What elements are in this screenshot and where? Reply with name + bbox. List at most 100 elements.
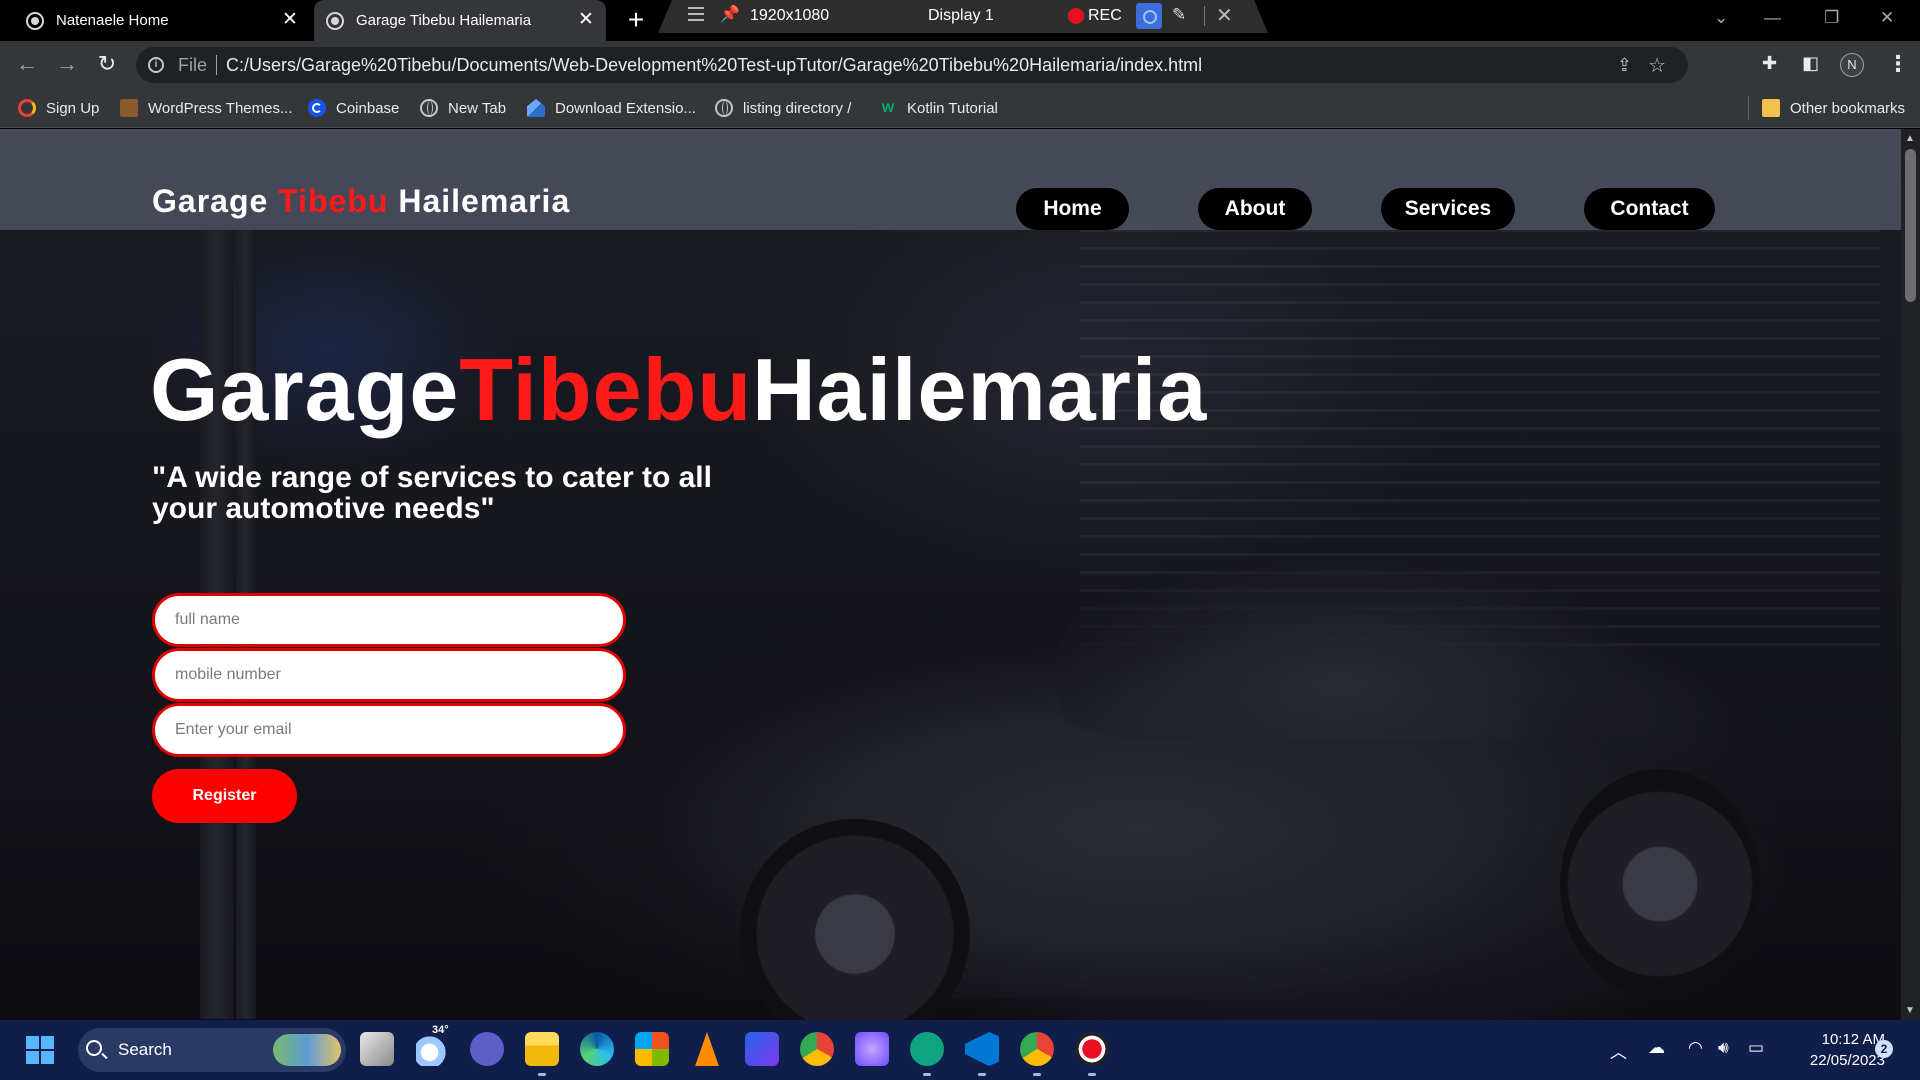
google-icon: [18, 99, 36, 117]
globe-icon: [715, 99, 733, 117]
bookmark-label: Other bookmarks: [1790, 99, 1906, 117]
bookmark-label: Download Extensio...: [555, 99, 696, 117]
task-view-icon[interactable]: [360, 1032, 394, 1066]
chrome-profile-icon[interactable]: [1020, 1032, 1054, 1066]
running-indicator: [923, 1073, 931, 1076]
bookmark-new-tab[interactable]: New Tab: [420, 97, 506, 119]
globe-icon: [326, 11, 344, 30]
brand-part-3: Hailemaria: [398, 183, 571, 219]
nav-contact[interactable]: Contact: [1584, 188, 1715, 230]
bookmark-label: Coinbase: [336, 99, 400, 117]
browser-menu-icon[interactable]: ⋮: [1887, 51, 1909, 77]
chatgpt-icon[interactable]: [910, 1032, 944, 1066]
close-window-icon[interactable]: ✕: [1880, 8, 1894, 28]
email-field[interactable]: [152, 703, 626, 757]
site-header: Garage Tibebu Hailemaria Home About Serv…: [0, 129, 1901, 230]
battery-icon[interactable]: ▭: [1748, 1038, 1764, 1058]
teams-icon[interactable]: [470, 1032, 504, 1066]
windows-start-icon[interactable]: [26, 1036, 54, 1064]
show-hidden-icons[interactable]: ︿: [1610, 1038, 1627, 1063]
tab-natenaele-home[interactable]: Natenaele Home ✕: [0, 0, 310, 41]
vscode-icon[interactable]: [965, 1032, 999, 1066]
url-text[interactable]: C:/Users/Garage%20Tibebu/Documents/Web-D…: [226, 55, 1202, 76]
mobile-number-field[interactable]: [152, 648, 626, 702]
minimize-icon[interactable]: —: [1764, 8, 1781, 28]
pencil-icon[interactable]: ✎: [1172, 5, 1186, 25]
menu-icon[interactable]: [688, 7, 704, 21]
coinbase-icon: [308, 99, 326, 117]
recording-resolution: 1920x1080: [750, 7, 830, 24]
power-automate-icon[interactable]: [745, 1032, 779, 1066]
weather-icon[interactable]: [416, 1032, 450, 1066]
share-icon[interactable]: ⇪: [1617, 55, 1632, 76]
brand-part-2: Tibebu: [278, 183, 389, 219]
copilot-icon[interactable]: [855, 1032, 889, 1066]
search-icon: [86, 1040, 102, 1056]
back-icon[interactable]: ←: [12, 49, 42, 79]
file-explorer-icon[interactable]: [525, 1032, 559, 1066]
folder-icon: [1762, 99, 1780, 117]
nav-services[interactable]: Services: [1381, 188, 1515, 230]
bookmark-other-bookmarks[interactable]: Other bookmarks: [1762, 97, 1905, 119]
bookmark-wordpress-themes[interactable]: WordPress Themes...: [120, 97, 293, 119]
forward-icon[interactable]: →: [52, 49, 82, 79]
record-icon[interactable]: [1068, 8, 1084, 24]
side-panel-icon[interactable]: ◧: [1802, 53, 1819, 74]
scroll-thumb[interactable]: [1905, 149, 1916, 302]
scroll-up-icon[interactable]: ▲: [1905, 133, 1915, 144]
bookmark-kotlin-tutorial[interactable]: w Kotlin Tutorial: [879, 97, 998, 119]
new-tab-button[interactable]: +: [622, 6, 650, 35]
bookmarks-bar: Sign Up WordPress Themes... Coinbase New…: [0, 88, 1920, 128]
brand-part-1: Garage: [152, 183, 269, 219]
background-car-roof: [1060, 559, 1620, 739]
address-bar[interactable]: i File C:/Users/Garage%20Tibebu/Document…: [136, 47, 1688, 83]
info-icon[interactable]: i: [148, 57, 164, 73]
page-viewport: Garage Tibebu Hailemaria Home About Serv…: [0, 129, 1901, 1020]
notification-badge[interactable]: 2: [1875, 1040, 1893, 1058]
site-logo[interactable]: Garage Tibebu Hailemaria: [152, 183, 570, 220]
tab-garage-tibebu[interactable]: Garage Tibebu Hailemaria ✕: [314, 0, 606, 41]
volume-icon[interactable]: 🔊︎: [1718, 1038, 1729, 1058]
tab-search-icon[interactable]: ⌄: [1714, 8, 1728, 28]
hero-title-part-2: Tibebu: [459, 340, 753, 439]
bookmark-download-extensions[interactable]: Download Extensio...: [527, 97, 696, 119]
scroll-down-icon[interactable]: ▼: [1905, 1005, 1915, 1016]
bookmark-label: New Tab: [448, 99, 507, 117]
nav-home[interactable]: Home: [1016, 188, 1129, 230]
browser-tab-strip: Natenaele Home ✕ Garage Tibebu Hailemari…: [0, 0, 1920, 41]
close-tab-icon[interactable]: ✕: [576, 10, 596, 30]
edge-icon[interactable]: [580, 1032, 614, 1066]
taskbar-clock[interactable]: 10:12 AM 22/05/2023: [1775, 1029, 1885, 1071]
extensions-icon[interactable]: ✚: [1762, 53, 1777, 74]
vlc-icon[interactable]: [695, 1032, 719, 1066]
wifi-icon[interactable]: ◠: [1688, 1038, 1703, 1058]
nav-about[interactable]: About: [1198, 188, 1312, 230]
taskbar-search[interactable]: Search: [78, 1028, 346, 1072]
restore-icon[interactable]: ❐: [1824, 8, 1839, 28]
wordpress-icon: [120, 99, 138, 117]
chrome-icon[interactable]: [800, 1032, 834, 1066]
close-tab-icon[interactable]: ✕: [280, 10, 300, 30]
microsoft-store-icon[interactable]: [635, 1032, 669, 1066]
recording-display[interactable]: Display 1: [928, 7, 994, 25]
close-icon[interactable]: ✕: [1216, 3, 1233, 28]
bookmark-sign-up[interactable]: Sign Up: [18, 97, 99, 119]
bookmark-star-icon[interactable]: ☆: [1648, 53, 1666, 78]
camera-icon[interactable]: [1136, 3, 1162, 29]
background-car-wheel: [1560, 769, 1760, 999]
bookmark-coinbase[interactable]: Coinbase: [308, 97, 399, 119]
full-name-field[interactable]: [152, 593, 626, 647]
record-label[interactable]: REC: [1088, 7, 1122, 25]
screen-recorder-icon[interactable]: [1075, 1032, 1109, 1066]
pin-icon[interactable]: 📌: [720, 4, 740, 24]
onedrive-icon[interactable]: ☁: [1648, 1038, 1665, 1058]
profile-avatar[interactable]: N: [1840, 53, 1864, 77]
page-scrollbar[interactable]: ▲ ▼: [1901, 129, 1920, 1020]
bookmark-listing-directory[interactable]: listing directory /: [715, 97, 851, 119]
tab-title: Garage Tibebu Hailemaria: [356, 12, 532, 29]
w3schools-icon: w: [881, 99, 895, 116]
register-button[interactable]: Register: [152, 769, 297, 823]
reload-icon[interactable]: ↻: [92, 49, 122, 79]
search-highlight-image: [273, 1034, 341, 1066]
bookmark-label: WordPress Themes...: [148, 99, 293, 117]
